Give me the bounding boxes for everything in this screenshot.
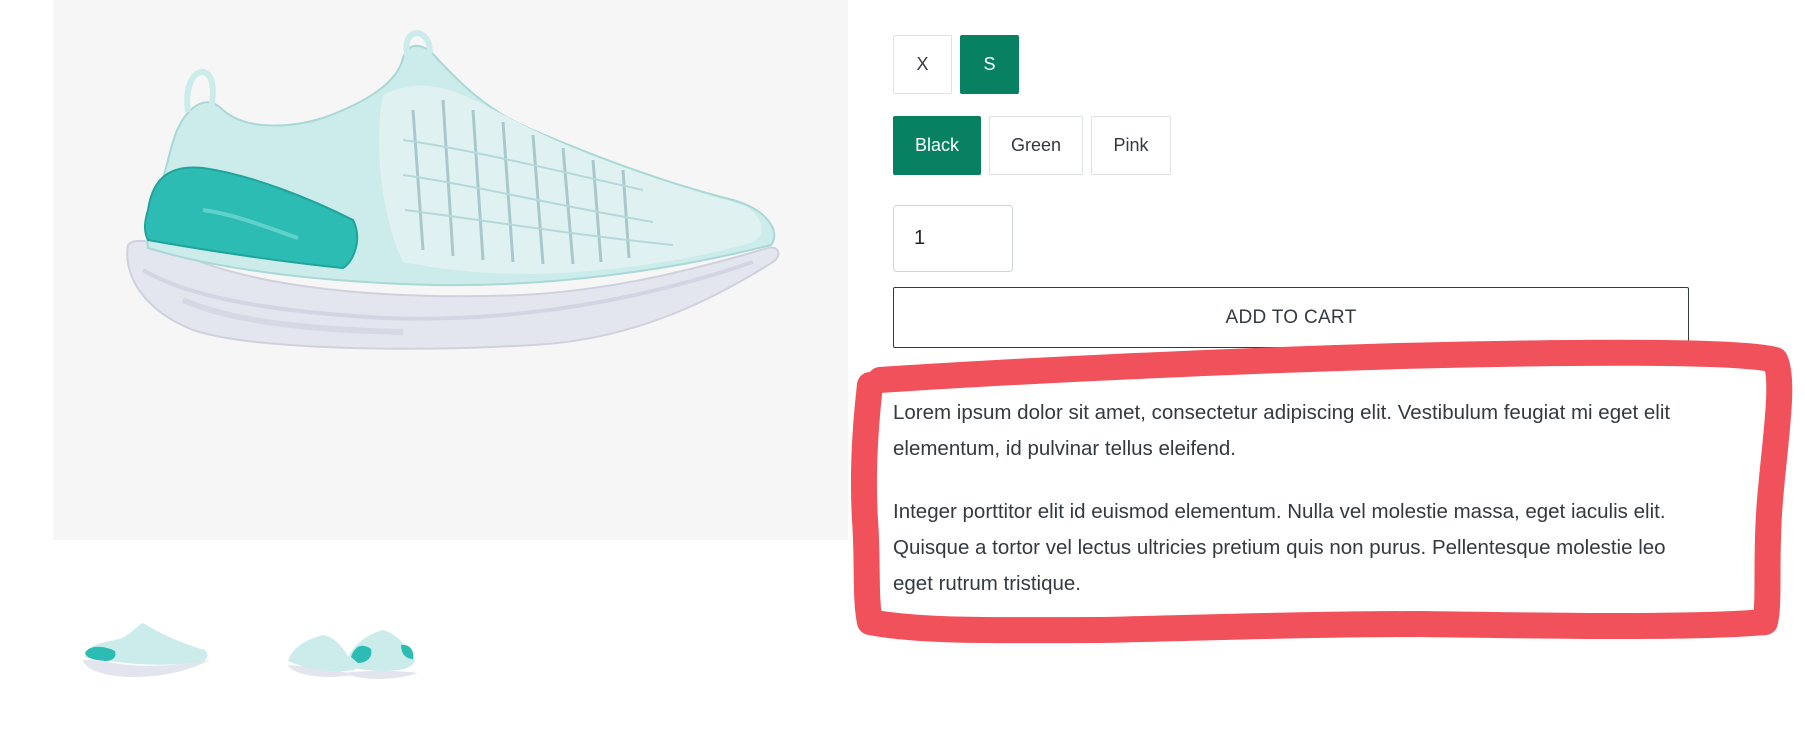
add-to-cart-button[interactable]: ADD TO CART	[893, 287, 1689, 348]
description-paragraph-2: Integer porttitor elit id euismod elemen…	[893, 500, 1666, 595]
color-option-black[interactable]: Black	[893, 116, 981, 175]
size-option-s[interactable]: S	[960, 35, 1019, 94]
color-option-green[interactable]: Green	[989, 116, 1083, 175]
size-options: X S	[893, 35, 1019, 94]
shoe-illustration	[126, 30, 780, 350]
product-image	[53, 0, 848, 540]
shoe-pair-thumbnail-icon	[288, 630, 418, 679]
quantity-input[interactable]	[893, 205, 1013, 272]
color-options: Black Green Pink	[893, 116, 1171, 175]
size-option-x[interactable]: X	[893, 35, 952, 94]
thumbnail-2[interactable]	[283, 615, 423, 695]
shoe-thumbnail-icon	[83, 623, 210, 677]
color-option-pink[interactable]: Pink	[1091, 116, 1171, 175]
product-description: Lorem ipsum dolor sit amet, consectetur …	[893, 395, 1703, 629]
product-page: X S Black Green Pink ADD TO CART Lorem i…	[0, 0, 1805, 743]
description-paragraph-1: Lorem ipsum dolor sit amet, consectetur …	[893, 401, 1671, 460]
thumbnail-1[interactable]	[75, 615, 215, 695]
